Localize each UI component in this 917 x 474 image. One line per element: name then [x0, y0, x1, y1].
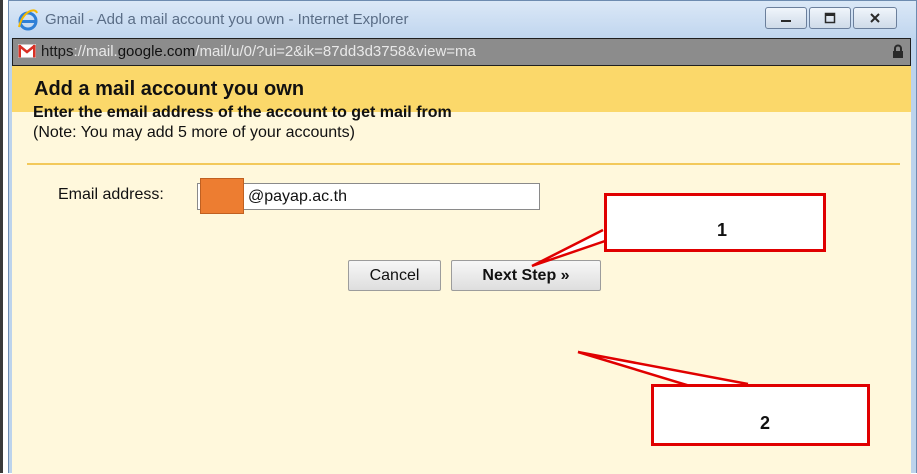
callout-2-label: 2: [760, 413, 771, 433]
callout-1: 1: [604, 193, 826, 252]
arrow-1: [531, 228, 609, 268]
callout-2: 2: [651, 384, 870, 446]
arrow-2: [577, 350, 749, 388]
callout-1-label: 1: [717, 220, 728, 240]
